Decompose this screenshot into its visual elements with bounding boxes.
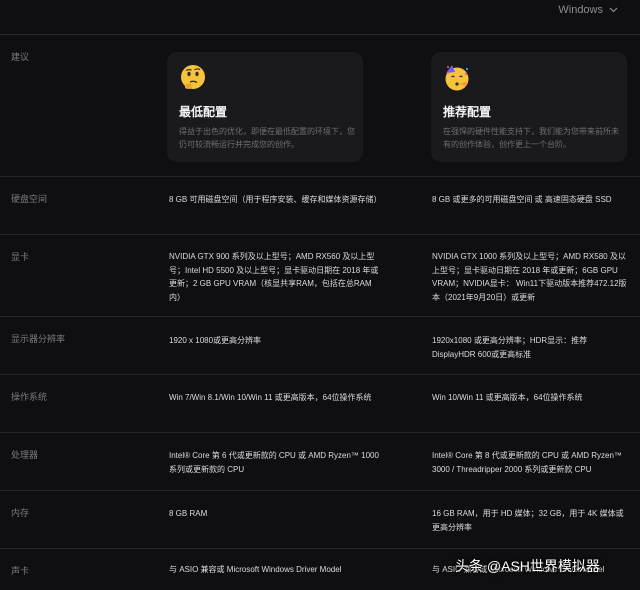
spec-min-value: Intel® Core 第 6 代或更新款的 CPU 或 AMD Ryzen™ …: [169, 451, 379, 474]
spec-row-gpu: 显卡 NVIDIA GTX 900 系列及以上型号；AMD RX560 及以上型…: [0, 234, 640, 317]
spec-row-display: 显示器分辨率 1920 x 1080或更高分辨率 1920x1080 或更高分辨…: [0, 316, 640, 375]
top-bar: Windows: [0, 0, 640, 35]
spec-label: 显示器分辨率: [11, 334, 66, 344]
spec-row-cpu: 处理器 Intel® Core 第 6 代或更新款的 CPU 或 AMD Ryz…: [0, 432, 640, 491]
chevron-down-icon: [609, 7, 618, 13]
min-config-card: 最低配置 得益于出色的优化，即便在最低配置的环境下，您仍可较流畅运行并完成您的创…: [167, 52, 363, 162]
spec-label: 内存: [11, 508, 30, 518]
spec-min-value: NVIDIA GTX 900 系列及以上型号；AMD RX560 及以上型号；I…: [169, 252, 379, 302]
party-face-icon: [445, 65, 469, 91]
suggestion-label: 建议: [11, 52, 30, 62]
spec-min-value: 8 GB RAM: [169, 509, 208, 518]
spec-row-os: 操作系统 Win 7/Win 8.1/Win 10/Win 11 或更高版本，6…: [0, 374, 640, 433]
rec-config-title: 推荐配置: [443, 105, 492, 119]
min-config-desc: 得益于出色的优化，即便在最低配置的环境下，您仍可较流畅运行并完成您的创作。: [179, 127, 355, 149]
spec-label: 显卡: [11, 252, 30, 262]
rec-config-card: 推荐配置 在强悍的硬件性能支持下，我们能为您带来前所未有的创作体验，创作更上一个…: [431, 52, 627, 162]
watermark: 头条 @ASH世界模拟器: [455, 558, 600, 574]
spec-min-value: 1920 x 1080或更高分辨率: [169, 336, 262, 345]
spec-label: 处理器: [11, 450, 39, 460]
spec-min-value: 8 GB 可用磁盘空间（用于程序安装、缓存和媒体资源存储）: [169, 195, 382, 204]
rec-config-desc: 在强悍的硬件性能支持下，我们能为您带来前所未有的创作体验，创作更上一个台阶。: [443, 127, 619, 149]
spec-min-value: 与 ASIO 兼容或 Microsoft Windows Driver Mode…: [169, 565, 342, 574]
spec-rec-value: 8 GB 或更多的可用磁盘空间 或 高速固态硬盘 SSD: [432, 195, 612, 204]
spec-rec-value: NVIDIA GTX 1000 系列及以上型号；AMD RX580 及以上型号；…: [432, 252, 627, 302]
min-config-title: 最低配置: [179, 105, 228, 119]
spec-rec-value: Intel® Core 第 8 代或更新款的 CPU 或 AMD Ryzen™ …: [432, 451, 622, 474]
os-select-value: Windows: [558, 4, 603, 16]
spec-rec-value: 16 GB RAM，用于 HD 媒体；32 GB，用于 4K 媒体或更高分辨率: [432, 509, 624, 532]
spec-row-storage: 硬盘空间 8 GB 可用磁盘空间（用于程序安装、缓存和媒体资源存储） 8 GB …: [0, 176, 640, 235]
os-select-dropdown[interactable]: Windows: [558, 4, 618, 16]
spec-label: 声卡: [11, 566, 30, 576]
spec-rec-value: Win 10/Win 11 或更高版本，64位操作系统: [432, 393, 583, 402]
spec-rec-value: 1920x1080 或更高分辨率；HDR显示：推荐 DisplayHDR 600…: [432, 336, 588, 359]
spec-min-value: Win 7/Win 8.1/Win 10/Win 11 或更高版本，64位操作系…: [169, 393, 372, 402]
spec-row-memory: 内存 8 GB RAM 16 GB RAM，用于 HD 媒体；32 GB，用于 …: [0, 490, 640, 549]
spec-label: 硬盘空间: [11, 194, 48, 204]
spec-label: 操作系统: [11, 392, 48, 402]
thinking-face-icon: [181, 65, 205, 89]
